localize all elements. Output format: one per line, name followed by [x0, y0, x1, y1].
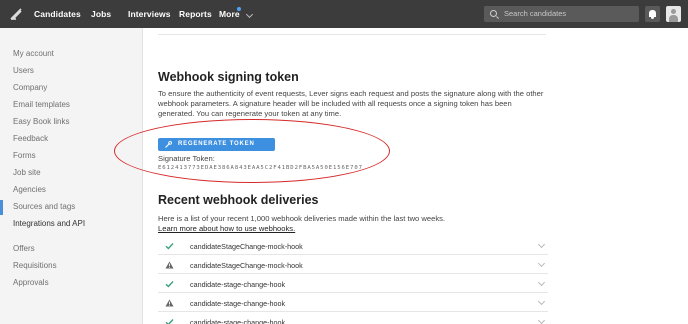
recent-deliveries-description: Here is a list of your recent 1,000 webh…	[158, 214, 446, 223]
delivery-name: candidateStageChange-mock-hook	[190, 242, 303, 251]
nav-more[interactable]: More	[219, 9, 240, 19]
checkmark-icon	[165, 243, 174, 250]
main-content: Webhook signing token To ensure the auth…	[114, 28, 688, 324]
delivery-name: candidate-stage-change-hook	[190, 280, 286, 289]
nav-reports[interactable]: Reports	[179, 9, 212, 19]
delivery-name: candidateStageChange-mock-hook	[190, 261, 303, 270]
sidebar-item-sources-and-tags[interactable]: Sources and tags	[13, 202, 75, 211]
annotation-highlight-ellipse	[114, 119, 390, 183]
avatar-head	[671, 9, 676, 14]
sidebar-item-easy-book-links[interactable]: Easy Book links	[13, 117, 69, 126]
sidebar-item-my-account[interactable]: My account	[13, 49, 54, 58]
sidebar-item-feedback[interactable]: Feedback	[13, 134, 48, 143]
sidebar-item-company[interactable]: Company	[13, 83, 47, 92]
sidebar-item-forms[interactable]: Forms	[13, 151, 36, 160]
nav-candidates[interactable]: Candidates	[34, 9, 81, 19]
avatar-body	[669, 15, 678, 22]
bell-clapper	[651, 17, 654, 19]
notifications-button[interactable]	[645, 6, 660, 22]
search-placeholder: Search candidates	[504, 9, 567, 18]
nav-interviews[interactable]: Interviews	[128, 9, 171, 19]
list-item[interactable]: candidate-stage-change-hook	[158, 275, 548, 293]
search-icon	[490, 10, 497, 17]
warning-icon	[165, 261, 174, 269]
checkmark-icon	[165, 319, 174, 324]
sidebar-item-approvals[interactable]: Approvals	[13, 278, 49, 287]
list-item[interactable]: candidate-stage-change-hook	[158, 294, 548, 312]
nav-jobs[interactable]: Jobs	[91, 9, 111, 19]
signing-token-description: To ensure the authenticity of event requ…	[158, 89, 544, 118]
sidebar-item-email-templates[interactable]: Email templates	[13, 100, 70, 109]
avatar[interactable]	[666, 6, 681, 22]
bell-icon	[649, 10, 656, 17]
search-input[interactable]: Search candidates	[484, 6, 639, 22]
active-indicator	[0, 200, 3, 215]
sidebar-item-agencies[interactable]: Agencies	[13, 185, 46, 194]
learn-more-link[interactable]: Learn more about how to use webhooks.	[158, 224, 295, 233]
top-navigation-bar: Candidates Jobs Interviews Reports More …	[0, 0, 688, 28]
sidebar-item-offers[interactable]: Offers	[13, 244, 35, 253]
recent-deliveries-title: Recent webhook deliveries	[158, 193, 319, 207]
warning-icon	[165, 299, 174, 307]
chevron-down-icon[interactable]	[537, 259, 546, 268]
chevron-down-icon[interactable]	[537, 297, 546, 306]
sidebar-item-job-site[interactable]: Job site	[13, 168, 41, 177]
sidebar-item-integrations-and-api[interactable]: Integrations and API	[13, 219, 85, 228]
divider	[158, 34, 546, 35]
checkmark-icon	[165, 281, 174, 288]
sidebar-item-requisitions[interactable]: Requisitions	[13, 261, 57, 270]
chevron-down-icon[interactable]	[537, 278, 546, 287]
chevron-down-icon[interactable]	[537, 240, 546, 249]
notification-dot	[237, 7, 241, 11]
delivery-name: candidate-stage-change-hook	[190, 299, 286, 308]
list-item[interactable]: candidateStageChange-mock-hook	[158, 237, 548, 255]
chevron-down-icon[interactable]	[537, 316, 546, 324]
lever-logo-icon[interactable]	[9, 7, 23, 21]
list-item[interactable]: candidateStageChange-mock-hook	[158, 256, 548, 274]
signing-token-title: Webhook signing token	[158, 70, 299, 84]
delivery-name: candidate-stage-change-hook	[190, 318, 286, 324]
list-item[interactable]: candidate-stage-change-hook	[158, 313, 548, 324]
settings-sidebar: My account Users Company Email templates…	[0, 28, 143, 324]
sidebar-item-users[interactable]: Users	[13, 66, 34, 75]
chevron-down-icon[interactable]	[245, 10, 254, 19]
